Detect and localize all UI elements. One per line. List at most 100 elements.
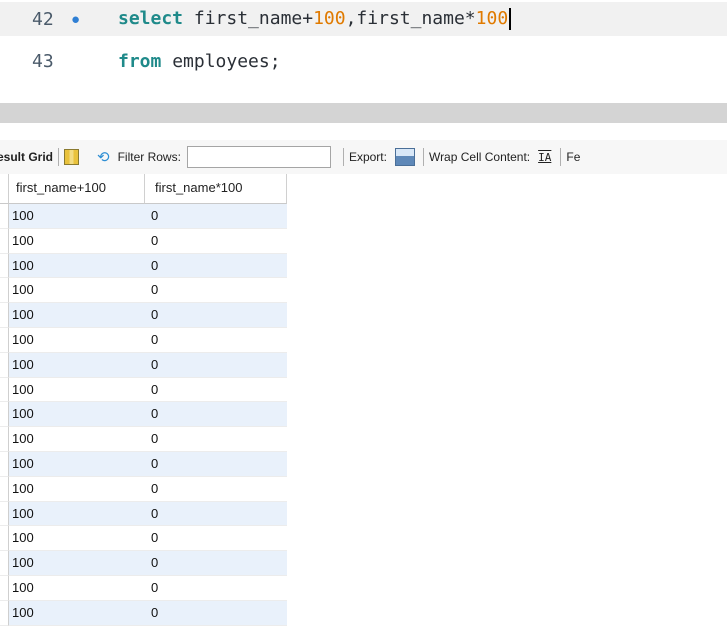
table-cell[interactable]: 100	[9, 303, 145, 328]
table-cell[interactable]: 100	[9, 204, 145, 229]
line-number: 43	[32, 50, 54, 72]
line-number: 42	[32, 8, 54, 30]
table-cell[interactable]: 100	[9, 501, 145, 527]
table-row[interactable]: 100 0	[0, 352, 287, 378]
sql-number: 100	[313, 8, 346, 29]
row-marker[interactable]	[0, 327, 9, 353]
row-marker[interactable]	[0, 427, 9, 452]
column-header[interactable]: first_name*100	[145, 174, 287, 204]
table-row[interactable]: 100 0	[0, 303, 287, 328]
code-line-43[interactable]: 43 from employees;	[0, 44, 727, 78]
row-marker[interactable]	[0, 451, 9, 477]
table-cell[interactable]: 100	[9, 476, 145, 502]
filter-rows-label: Filter Rows:	[117, 150, 181, 164]
table-cell[interactable]: 100	[9, 327, 145, 353]
code-segment: first_name+	[183, 8, 314, 29]
table-row[interactable]: 100 0	[0, 204, 287, 229]
table-cell[interactable]: 0	[145, 427, 287, 452]
row-marker[interactable]	[0, 501, 9, 527]
table-row[interactable]: 100 0	[0, 575, 287, 601]
row-marker[interactable]	[0, 278, 9, 304]
row-marker[interactable]	[0, 402, 9, 428]
table-cell[interactable]: 0	[145, 551, 287, 576]
table-cell[interactable]: 100	[9, 575, 145, 601]
code-segment: employees;	[161, 50, 281, 72]
refresh-icon[interactable]: ⟲	[97, 148, 110, 166]
table-row[interactable]: 100 0	[0, 228, 287, 254]
toolbar-separator	[58, 148, 60, 166]
row-marker[interactable]	[0, 204, 9, 229]
table-cell[interactable]: 100	[9, 551, 145, 576]
filter-rows-input[interactable]	[186, 146, 331, 168]
sql-editor[interactable]: 42 ● select first_name+100,first_name*10…	[0, 0, 727, 92]
sql-keyword: select	[118, 8, 184, 29]
row-marker[interactable]	[0, 303, 9, 328]
table-cell[interactable]: 100	[9, 600, 145, 626]
row-marker[interactable]	[0, 253, 9, 279]
table-cell[interactable]: 0	[145, 526, 287, 552]
export-icon[interactable]	[394, 148, 415, 166]
table-row[interactable]: 100 0	[0, 476, 287, 502]
table-row[interactable]: 100 0	[0, 377, 287, 403]
table-cell[interactable]: 0	[145, 600, 287, 626]
table-cell[interactable]: 100	[9, 278, 145, 304]
row-header-corner	[0, 174, 9, 204]
row-marker[interactable]	[0, 377, 9, 403]
column-header[interactable]: first_name+100	[9, 174, 145, 204]
table-row[interactable]: 100 0	[0, 427, 287, 452]
table-cell[interactable]: 100	[9, 253, 145, 279]
sql-number: 100	[475, 8, 509, 29]
form-editor-icon[interactable]	[64, 149, 80, 165]
table-row[interactable]: 100 0	[0, 402, 287, 428]
table-cell[interactable]: 0	[145, 377, 287, 403]
table-cell[interactable]: 100	[9, 228, 145, 254]
table-cell[interactable]: 0	[145, 352, 287, 378]
row-marker[interactable]	[0, 600, 9, 626]
table-row[interactable]: 100 0	[0, 526, 287, 552]
table-cell[interactable]: 0	[145, 253, 287, 279]
text-cursor	[509, 8, 512, 30]
wrap-text-icon[interactable]: IA	[538, 151, 551, 164]
row-marker[interactable]	[0, 228, 9, 254]
table-cell[interactable]: 0	[145, 476, 287, 502]
code-text[interactable]: select first_name+100,first_name*100	[118, 8, 512, 30]
table-cell[interactable]: 0	[145, 228, 287, 254]
grid-body: 100 0 100 0 100 0 100 0 100 0 100 0 100 0 100 0 100 0 100 0…	[0, 204, 287, 626]
table-cell[interactable]: 100	[9, 352, 145, 378]
result-grid-tab[interactable]: esult Grid	[0, 150, 53, 164]
row-marker[interactable]	[0, 575, 9, 601]
table-cell[interactable]: 100	[9, 427, 145, 452]
table-row[interactable]: 100 0	[0, 501, 287, 527]
table-cell[interactable]: 0	[145, 278, 287, 304]
table-row[interactable]: 100 0	[0, 278, 287, 304]
table-cell[interactable]: 100	[9, 402, 145, 428]
table-row[interactable]: 100 0	[0, 327, 287, 353]
row-marker[interactable]	[0, 526, 9, 552]
row-marker[interactable]	[0, 352, 9, 378]
toolbar-separator	[342, 148, 344, 166]
table-cell[interactable]: 0	[145, 575, 287, 601]
code-segment: ,first_name*	[345, 8, 476, 29]
table-row[interactable]: 100 0	[0, 600, 287, 626]
statement-marker-icon: ●	[71, 10, 81, 28]
table-row[interactable]: 100 0	[0, 551, 287, 576]
code-line-42[interactable]: 42 ● select first_name+100,first_name*10…	[0, 2, 727, 36]
code-text[interactable]: from employees;	[118, 51, 281, 72]
table-cell[interactable]: 0	[145, 303, 287, 328]
row-marker[interactable]	[0, 476, 9, 502]
table-row[interactable]: 100 0	[0, 451, 287, 477]
toolbar-separator	[560, 148, 562, 166]
fetch-rows-label: Fe	[566, 150, 581, 164]
table-cell[interactable]: 0	[145, 402, 287, 428]
table-cell[interactable]: 0	[145, 451, 287, 477]
table-row[interactable]: 100 0	[0, 253, 287, 279]
table-cell[interactable]: 0	[145, 501, 287, 527]
table-cell[interactable]: 100	[9, 451, 145, 477]
table-cell[interactable]: 0	[145, 327, 287, 353]
table-cell[interactable]: 0	[145, 204, 287, 229]
export-label: Export:	[348, 150, 387, 164]
panel-splitter[interactable]	[0, 103, 727, 123]
table-cell[interactable]: 100	[9, 526, 145, 552]
row-marker[interactable]	[0, 551, 9, 576]
table-cell[interactable]: 100	[9, 377, 145, 403]
